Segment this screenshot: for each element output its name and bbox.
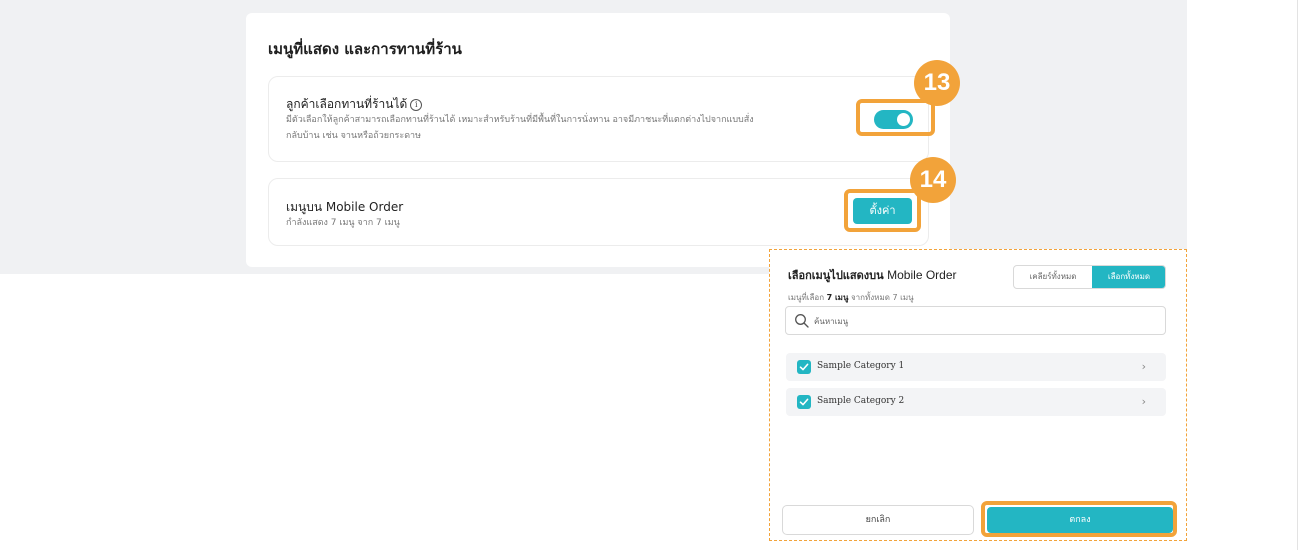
cancel-button[interactable]: ยกเลิก xyxy=(782,505,974,535)
search-input[interactable] xyxy=(814,312,1154,330)
dialog-title-rest: Mobile Order xyxy=(887,268,957,282)
dine-in-option-card: ลูกค้าเลือกทานที่ร้านได้ i มีตัวเลือกให้ล… xyxy=(268,76,929,162)
dine-in-title: ลูกค้าเลือกทานที่ร้านได้ xyxy=(286,97,408,111)
selection-segmented-control: เคลียร์ทั้งหมด เลือกทั้งหมด xyxy=(1013,265,1166,289)
dialog-title-bold: เลือกเมนูไปแสดงบน xyxy=(788,269,884,282)
selected-count: 7 เมนู xyxy=(826,293,849,302)
chevron-right-icon[interactable]: › xyxy=(1142,360,1146,373)
toggle-knob xyxy=(897,113,910,126)
section-title: เมนูที่แสดง และการทานที่ร้าน xyxy=(268,40,462,58)
confirm-button[interactable]: ตกลง xyxy=(987,507,1173,533)
category-row[interactable]: Sample Category 2 › xyxy=(786,388,1166,416)
select-menu-dialog: เลือกเมนูไปแสดงบน Mobile Order เมนูที่เล… xyxy=(769,249,1187,541)
checkbox-checked-icon[interactable] xyxy=(797,395,811,409)
dine-in-description: มีตัวเลือกให้ลูกค้าสามารถเลือกทานที่ร้าน… xyxy=(286,112,754,144)
selected-suffix: จากทั้งหมด 7 เมนู xyxy=(850,293,914,302)
info-icon[interactable]: i xyxy=(410,99,423,111)
dine-in-toggle[interactable] xyxy=(874,110,913,129)
mobile-order-menu-card: เมนูบน Mobile Order กำลังแสดง 7 เมนู จาก… xyxy=(268,178,929,246)
selected-count-text: เมนูที่เลือก 7 เมนู จากทั้งหมด 7 เมนู xyxy=(788,291,914,304)
menu-search-box xyxy=(785,306,1166,335)
mobile-order-settings-button[interactable]: ตั้งค่า xyxy=(853,198,912,224)
dine-in-desc-line2: กลับบ้าน เช่น จานหรือถ้วยกระดาษ xyxy=(286,131,422,141)
window-edge-divider xyxy=(1297,0,1298,550)
selected-prefix: เมนูที่เลือก xyxy=(788,293,825,302)
category-row[interactable]: Sample Category 1 › xyxy=(786,353,1166,381)
category-label: Sample Category 1 xyxy=(817,361,905,371)
select-all-button[interactable]: เลือกทั้งหมด xyxy=(1092,266,1165,288)
category-label: Sample Category 2 xyxy=(817,396,905,406)
chevron-right-icon[interactable]: › xyxy=(1142,395,1146,408)
step-badge-13: 13 xyxy=(914,60,960,106)
mobile-order-status: กำลังแสดง 7 เมนู จาก 7 เมนู xyxy=(286,218,400,228)
search-icon xyxy=(795,314,809,328)
clear-all-button[interactable]: เคลียร์ทั้งหมด xyxy=(1014,266,1092,288)
dialog-title: เลือกเมนูไปแสดงบน Mobile Order xyxy=(788,266,957,284)
checkbox-checked-icon[interactable] xyxy=(797,360,811,374)
dine-in-desc-line1: มีตัวเลือกให้ลูกค้าสามารถเลือกทานที่ร้าน… xyxy=(286,115,754,125)
step-badge-14: 14 xyxy=(910,157,956,203)
